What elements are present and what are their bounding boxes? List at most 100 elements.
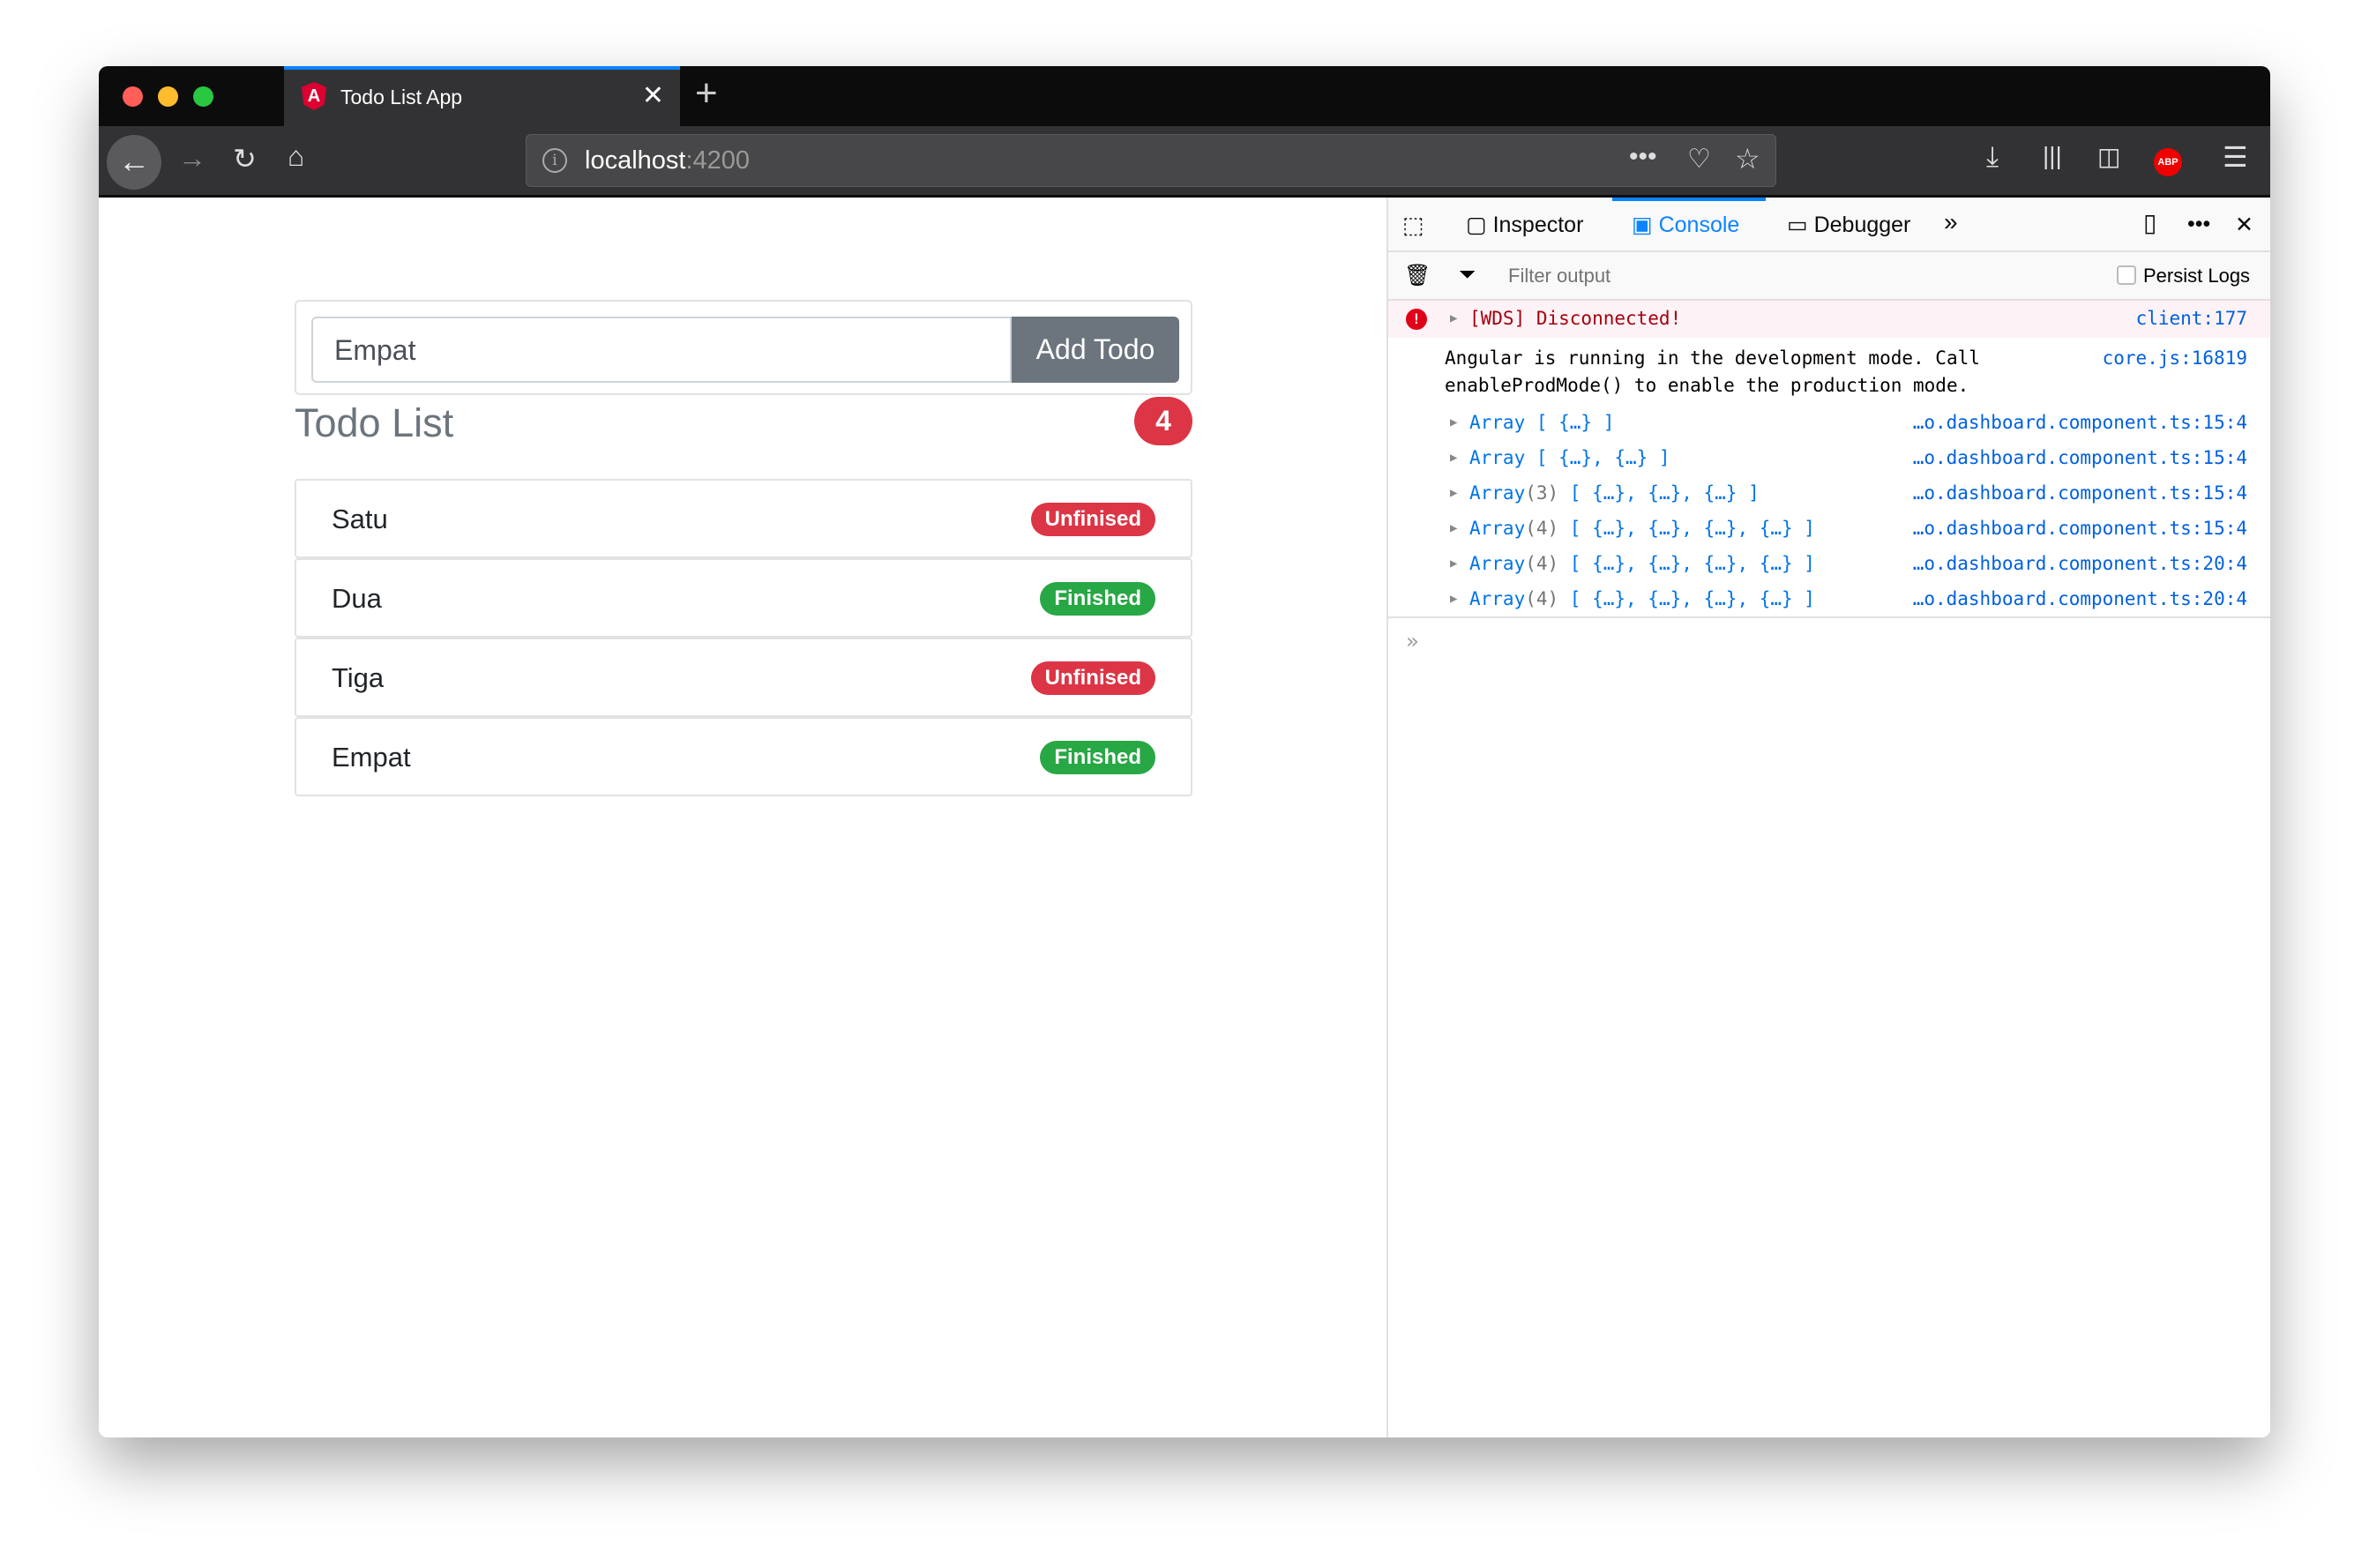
array-preview: [ {…}, {…}, {…}, {…} ] (1558, 518, 1815, 539)
array-label: Array (1469, 412, 1526, 433)
todo-item[interactable]: Satu Unfinised (295, 479, 1192, 558)
array-length: (4) (1525, 553, 1559, 574)
message-source-link[interactable]: …o.dashboard.component.ts:15:4 (1913, 511, 2247, 546)
element-picker-icon[interactable]: ⬚ (1402, 212, 1424, 239)
close-tab-icon[interactable]: ✕ (642, 80, 664, 111)
tab-title: Todo List App (340, 86, 463, 108)
add-todo-button[interactable]: Add Todo (1012, 317, 1179, 383)
status-badge: Finished (1040, 582, 1155, 616)
array-label: Array (1469, 588, 1526, 609)
console-array-row[interactable]: ▶ Array [ {…} ] …o.dashboard.component.t… (1388, 405, 2270, 440)
console-array-row[interactable]: ▶ Array(4) [ {…}, {…}, {…}, {…} ] …o.das… (1388, 581, 2270, 616)
array-label: Array (1469, 518, 1526, 539)
array-length: (3) (1525, 482, 1559, 504)
todo-item[interactable]: Tiga Unfinised (295, 638, 1192, 717)
log-text-line: enableProdMode() to enable the productio… (1445, 375, 1969, 396)
prompt-chevron-icon: » (1406, 629, 1419, 653)
more-tabs-icon[interactable]: » (1944, 208, 1958, 236)
expand-icon[interactable]: ▶ (1450, 301, 1457, 336)
array-length: (4) (1525, 588, 1559, 609)
message-source-link[interactable]: …o.dashboard.component.ts:15:4 (1913, 405, 2247, 440)
message-source-link[interactable]: …o.dashboard.component.ts:20:4 (1913, 581, 2247, 616)
library-icon[interactable]: ||| (2043, 142, 2062, 170)
reload-button[interactable]: ↻ (233, 142, 257, 175)
tab-console[interactable]: ▣ Console (1632, 212, 1739, 238)
console-array-row[interactable]: ▶ Array(3) [ {…}, {…}, {…} ] …o.dashboar… (1388, 475, 2270, 511)
forward-button[interactable]: → (178, 142, 206, 175)
trash-icon[interactable]: 🗑 (1404, 263, 1431, 288)
options-icon[interactable]: ••• (2187, 212, 2210, 237)
status-badge: Finished (1040, 741, 1155, 774)
minimize-window-button[interactable] (158, 86, 178, 107)
tab-todo-list-app[interactable]: A Todo List App ✕ (284, 66, 680, 126)
console-array-row[interactable]: ▶ Array(4) [ {…}, {…}, {…}, {…} ] …o.das… (1388, 511, 2270, 546)
todo-count-badge: 4 (1134, 397, 1192, 445)
message-source-link[interactable]: …o.dashboard.component.ts:15:4 (1913, 440, 2247, 475)
array-label: Array (1469, 553, 1526, 574)
todo-name: Satu (332, 504, 388, 534)
expand-icon[interactable]: ▶ (1450, 405, 1457, 440)
zoom-window-button[interactable] (193, 86, 213, 107)
devtools-panel: ⬚ ▢ Inspector ▣ Console ▭ Debugger » ▯ •… (1386, 198, 2270, 1437)
console-icon: ▣ (1632, 213, 1659, 237)
console-array-row[interactable]: ▶ Array [ {…}, {…} ] …o.dashboard.compon… (1388, 440, 2270, 475)
info-icon[interactable]: i (542, 148, 567, 173)
message-source-link[interactable]: core.js:16819 (2103, 345, 2247, 372)
expand-icon[interactable]: ▶ (1450, 440, 1457, 475)
tab-debugger[interactable]: ▭ Debugger (1787, 212, 1910, 238)
adblock-icon[interactable]: ABP (2154, 148, 2182, 176)
array-length: (4) (1525, 518, 1559, 539)
active-tab-indicator (1612, 198, 1766, 201)
debugger-icon: ▭ (1787, 213, 1814, 237)
url-bar[interactable]: i localhost:4200 ••• ♡ ☆ (526, 134, 1776, 187)
todo-item[interactable]: Empat Finished (295, 717, 1192, 796)
devtools-tabs: ⬚ ▢ Inspector ▣ Console ▭ Debugger » ▯ •… (1388, 198, 2270, 252)
expand-icon[interactable]: ▶ (1450, 475, 1457, 511)
expand-icon[interactable]: ▶ (1450, 581, 1457, 616)
array-label: Array (1469, 482, 1526, 504)
back-button[interactable]: ← (107, 135, 161, 190)
home-button[interactable]: ⌂ (288, 140, 304, 173)
message-source-link[interactable]: …o.dashboard.component.ts:20:4 (1913, 546, 2247, 581)
todo-item[interactable]: Dua Finished (295, 558, 1192, 638)
message-source-link[interactable]: …o.dashboard.component.ts:15:4 (1913, 475, 2247, 511)
array-preview: [ {…}, {…}, {…} ] (1558, 482, 1760, 504)
url-host: localhost (585, 146, 686, 175)
todo-name: Tiga (332, 662, 385, 693)
array-preview: [ {…}, {…}, {…}, {…} ] (1558, 553, 1815, 574)
add-todo-card: Empat Add Todo (295, 300, 1192, 395)
todo-name: Dua (332, 583, 382, 614)
message-source-link[interactable]: client:177 (2136, 301, 2247, 336)
expand-icon[interactable]: ▶ (1450, 511, 1457, 546)
persist-logs-checkbox[interactable] (2117, 265, 2136, 285)
new-tab-button[interactable]: + (695, 71, 718, 116)
browser-window: A Todo List App ✕ + ← → ↻ ⌂ i localhost:… (99, 66, 2270, 1437)
sidebar-icon[interactable]: ◫ (2097, 142, 2120, 171)
console-array-row[interactable]: ▶ Array(4) [ {…}, {…}, {…}, {…} ] …o.das… (1388, 546, 2270, 581)
close-devtools-icon[interactable]: ✕ (2235, 212, 2253, 238)
pocket-icon[interactable]: ♡ (1687, 144, 1711, 175)
close-window-button[interactable] (123, 86, 143, 107)
tab-inspector[interactable]: ▢ Inspector (1466, 212, 1583, 238)
status-badge: Unfinised (1030, 503, 1155, 536)
page-title: Todo List (295, 400, 454, 445)
todo-name: Empat (332, 742, 411, 773)
persist-logs-label: Persist Logs (2143, 265, 2251, 287)
angular-logo-icon: A (302, 82, 326, 110)
filter-input[interactable]: Filter output (1508, 265, 1610, 287)
error-icon: ! (1406, 309, 1427, 330)
dock-icon[interactable]: ▯ (2143, 208, 2156, 237)
download-icon[interactable]: ⤓ (1986, 140, 1999, 174)
bookmark-star-icon[interactable]: ☆ (1735, 142, 1760, 175)
console-filter-bar: 🗑 ⏷ Filter output Persist Logs (1388, 252, 2270, 301)
menu-icon[interactable]: ☰ (2223, 140, 2248, 174)
array-preview: [ {…}, {…} ] (1525, 447, 1670, 468)
todo-input[interactable]: Empat (311, 317, 1012, 383)
console-input[interactable]: » (1388, 616, 2270, 669)
expand-icon[interactable]: ▶ (1450, 546, 1457, 581)
array-preview: [ {…} ] (1525, 412, 1615, 433)
page-actions-icon[interactable]: ••• (1629, 142, 1657, 172)
array-label: Array (1469, 447, 1526, 468)
console-error-row[interactable]: ! ▶ [WDS] Disconnected! client:177 (1388, 301, 2270, 338)
error-text: [WDS] Disconnected! (1469, 308, 1682, 329)
